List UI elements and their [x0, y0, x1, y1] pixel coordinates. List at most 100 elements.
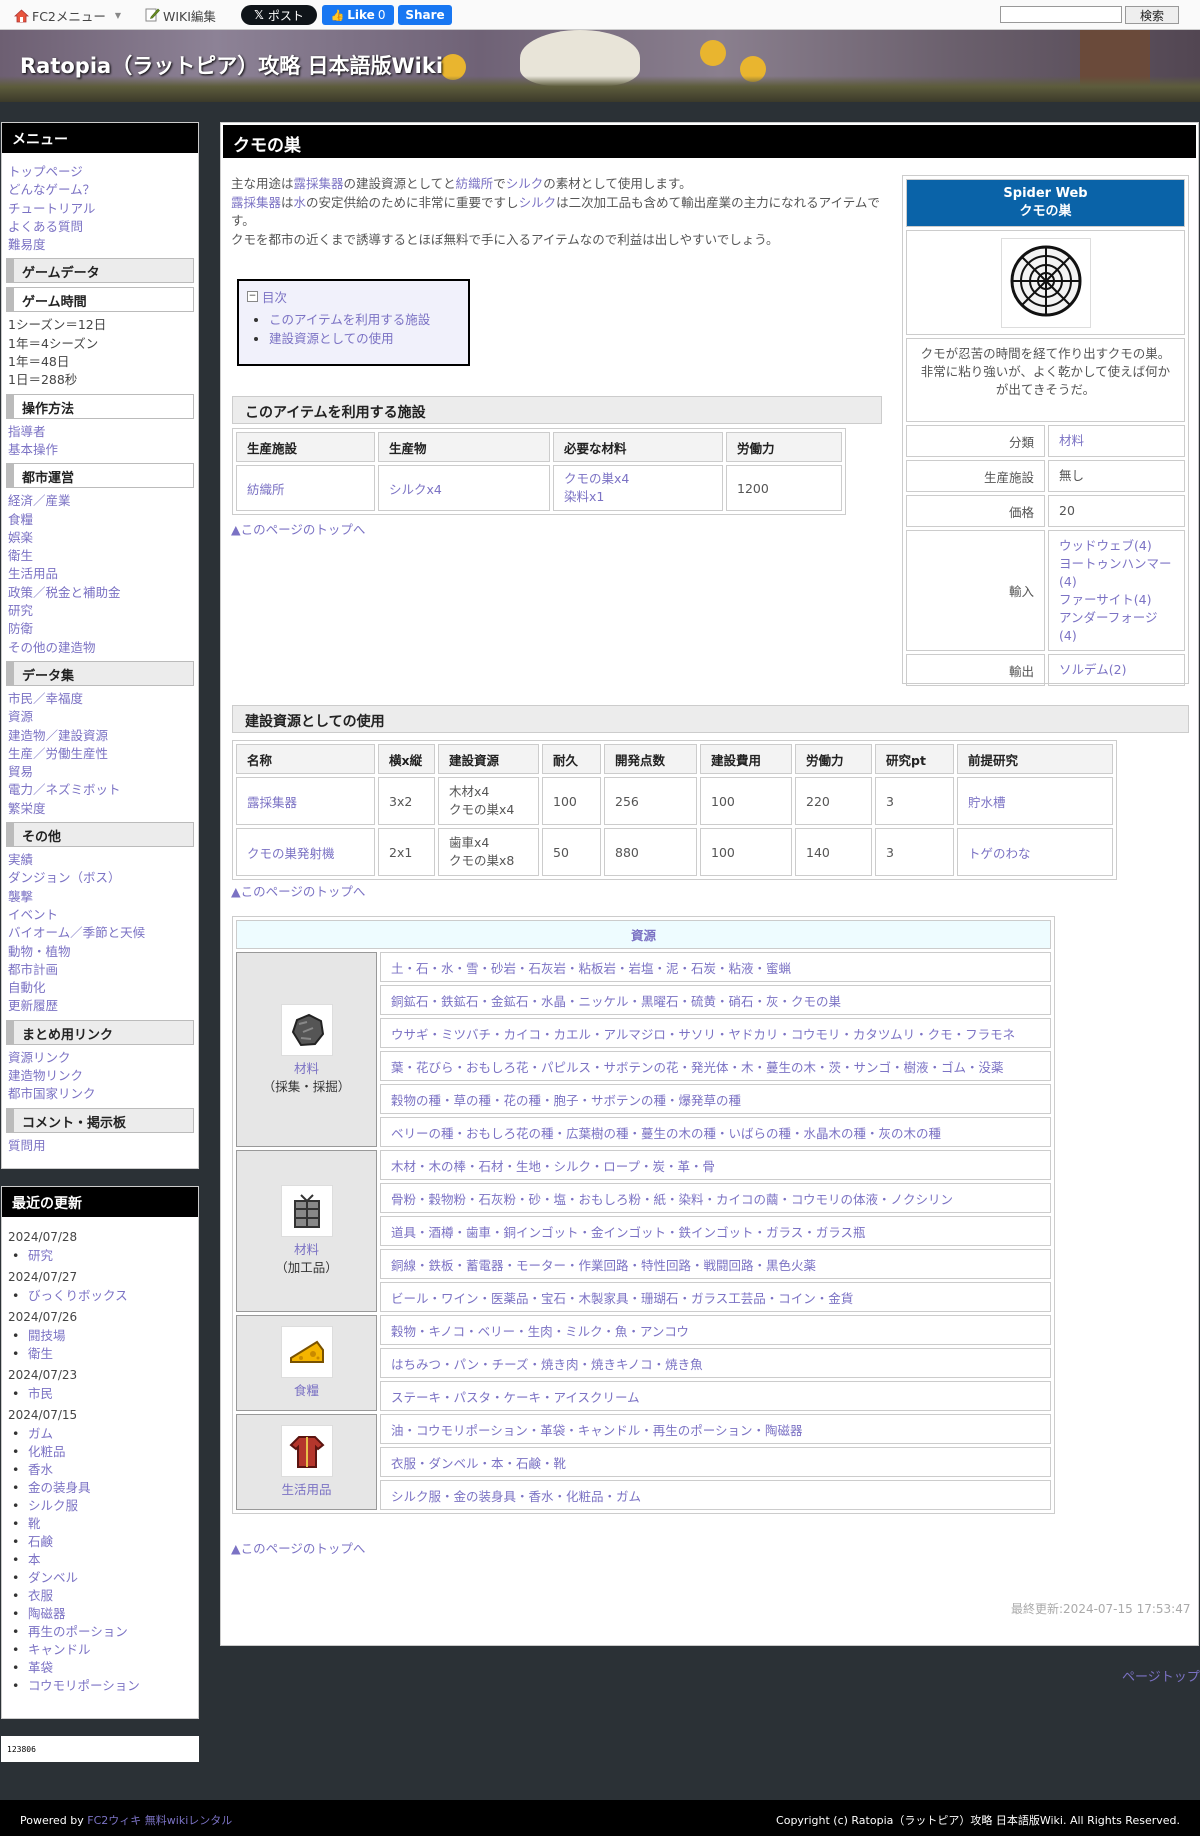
sidebar-link[interactable]: ダンジョン（ボス）: [2, 869, 198, 887]
sidebar-link[interactable]: チュートリアル: [2, 200, 198, 218]
fc2-menu-button[interactable]: FC2メニュー ▼: [13, 6, 121, 25]
sidebar-link[interactable]: 食糧: [2, 511, 198, 529]
inline-link[interactable]: シルク: [519, 195, 557, 210]
sidebar-link[interactable]: トップページ: [2, 163, 198, 181]
sidebar-link[interactable]: 建造物／建設資源: [2, 727, 198, 745]
facility-link[interactable]: 紡織所: [247, 482, 285, 497]
x-post-button[interactable]: 𝕏 ポスト: [241, 5, 317, 25]
recent-update-item[interactable]: コウモリポーション: [2, 1677, 198, 1695]
site-title[interactable]: Ratopia（ラットピア）攻略 日本語版Wiki: [20, 50, 443, 80]
recent-update-item[interactable]: 衣服: [2, 1587, 198, 1605]
inline-link[interactable]: 露採集器: [231, 195, 281, 210]
resource-category-link[interactable]: 生活用品: [237, 1481, 376, 1499]
sidebar-link[interactable]: 基本操作: [2, 441, 198, 459]
prereq-link[interactable]: 貯水槽: [968, 795, 1006, 810]
toc-link-facilities[interactable]: このアイテムを利用する施設: [269, 312, 430, 327]
resource-items[interactable]: ビール・ワイン・医薬品・宝石・木製家具・珊瑚石・ガラス工芸品・コイン・金貨: [380, 1282, 1051, 1312]
sidebar-link[interactable]: 経済／産業: [2, 492, 198, 510]
material-link[interactable]: クモの巣x4: [564, 471, 629, 486]
recent-update-item[interactable]: 陶磁器: [2, 1605, 198, 1623]
recent-update-item[interactable]: 本: [2, 1551, 198, 1569]
resource-table-title[interactable]: 資源: [236, 920, 1051, 949]
sidebar-link[interactable]: 生産／労働生産性: [2, 745, 198, 763]
sidebar-link[interactable]: 自動化: [2, 979, 198, 997]
facebook-share-button[interactable]: Share: [398, 5, 452, 25]
recent-update-item[interactable]: 革袋: [2, 1659, 198, 1677]
sidebar-link[interactable]: よくある質問: [2, 218, 198, 236]
resource-category-link[interactable]: 材料: [237, 1241, 376, 1259]
resource-items[interactable]: 道具・酒樽・歯車・銅インゴット・金インゴット・鉄インゴット・ガラス・ガラス瓶: [380, 1216, 1051, 1246]
import-link[interactable]: ヨートゥンハンマー(4): [1059, 555, 1174, 591]
search-button[interactable]: 検索: [1125, 6, 1179, 24]
inline-link[interactable]: 紡織所: [456, 176, 494, 191]
sidebar-link[interactable]: 娯楽: [2, 529, 198, 547]
import-link[interactable]: ファーサイト(4): [1059, 591, 1174, 609]
recent-update-item[interactable]: 再生のポーション: [2, 1623, 198, 1641]
back-to-top-link[interactable]: ▲このページのトップへ: [231, 519, 365, 538]
inline-link[interactable]: 露採集器: [294, 176, 344, 191]
recent-update-item[interactable]: 衛生: [2, 1345, 198, 1363]
resource-items[interactable]: 葉・花びら・おもしろ花・パピルス・サボテンの花・発光体・木・蔓生の木・茨・サンゴ…: [380, 1051, 1051, 1081]
collapse-icon[interactable]: −: [247, 291, 258, 302]
sidebar-link[interactable]: 繁栄度: [2, 800, 198, 818]
toc-link-construction[interactable]: 建設資源としての使用: [269, 331, 394, 346]
building-link[interactable]: 露採集器: [247, 795, 297, 810]
sidebar-link[interactable]: 実績: [2, 851, 198, 869]
back-to-top-link[interactable]: ▲このページのトップへ: [231, 1538, 365, 1557]
resource-items[interactable]: 銅線・鉄板・蓄電器・モーター・作業回路・特性回路・戦闘回路・黒色火薬: [380, 1249, 1051, 1279]
fc2-wiki-link[interactable]: FC2ウィキ 無料wikiレンタル: [87, 1814, 232, 1827]
export-link[interactable]: ソルデム(2): [1059, 662, 1126, 677]
building-link[interactable]: クモの巣発射機: [247, 846, 335, 861]
sidebar-link[interactable]: 指導者: [2, 423, 198, 441]
recent-update-item[interactable]: 化粧品: [2, 1443, 198, 1461]
recent-update-item[interactable]: 市民: [2, 1385, 198, 1403]
sidebar-link[interactable]: どんなゲーム？: [2, 181, 198, 199]
sidebar-link[interactable]: 資源リンク: [2, 1049, 198, 1067]
sidebar-link[interactable]: 都市計画: [2, 961, 198, 979]
resource-items[interactable]: はちみつ・パン・チーズ・焼き肉・焼きキノコ・焼き魚: [380, 1348, 1051, 1378]
sidebar-link[interactable]: 都市国家リンク: [2, 1085, 198, 1103]
page-top-link[interactable]: ページトップ: [1122, 1666, 1200, 1685]
sidebar-link[interactable]: 市民／幸福度: [2, 690, 198, 708]
resource-items[interactable]: ウサギ・ミツバチ・カイコ・カエル・アルマジロ・サソリ・ヤドカリ・コウモリ・カタツ…: [380, 1018, 1051, 1048]
sidebar-link[interactable]: 動物・植物: [2, 943, 198, 961]
resource-items[interactable]: ステーキ・パスタ・ケーキ・アイスクリーム: [380, 1381, 1051, 1411]
prereq-link[interactable]: トゲのわな: [968, 846, 1031, 861]
recent-update-item[interactable]: シルク服: [2, 1497, 198, 1515]
sidebar-link[interactable]: 電力／ネズミボット: [2, 781, 198, 799]
import-link[interactable]: アンダーフォージ(4): [1059, 609, 1174, 645]
resource-items[interactable]: 土・石・水・雪・砂岩・石灰岩・粘板岩・岩塩・泥・石炭・粘液・蜜蝋: [380, 952, 1051, 982]
resource-items[interactable]: 油・コウモリポーション・革袋・キャンドル・再生のポーション・陶磁器: [380, 1414, 1051, 1444]
resource-category-link[interactable]: 食糧: [237, 1382, 376, 1400]
sidebar-link[interactable]: 襲撃: [2, 888, 198, 906]
facebook-like-button[interactable]: 👍 Like 0: [322, 5, 394, 25]
recent-update-item[interactable]: 香水: [2, 1461, 198, 1479]
resource-items[interactable]: 銅鉱石・鉄鉱石・金鉱石・水晶・ニッケル・黒曜石・硫黄・硝石・灰・クモの巣: [380, 985, 1051, 1015]
sidebar-link[interactable]: 建造物リンク: [2, 1067, 198, 1085]
sidebar-link[interactable]: 質問用: [2, 1137, 198, 1155]
sidebar-link[interactable]: 政策／税金と補助金: [2, 584, 198, 602]
recent-update-item[interactable]: キャンドル: [2, 1641, 198, 1659]
recent-update-item[interactable]: ガム: [2, 1425, 198, 1443]
sidebar-link[interactable]: イベント: [2, 906, 198, 924]
recent-update-item[interactable]: 金の装身具: [2, 1479, 198, 1497]
toc-title[interactable]: 目次: [262, 287, 287, 306]
sidebar-link[interactable]: 貿易: [2, 763, 198, 781]
sidebar-link[interactable]: 難易度: [2, 236, 198, 254]
recent-update-item[interactable]: 研究: [2, 1247, 198, 1265]
sidebar-link[interactable]: 更新履歴: [2, 997, 198, 1015]
recent-update-item[interactable]: びっくりボックス: [2, 1287, 198, 1305]
recent-update-item[interactable]: 闘技場: [2, 1327, 198, 1345]
recent-update-item[interactable]: 石鹸: [2, 1533, 198, 1551]
resource-items[interactable]: ベリーの種・おもしろ花の種・広葉樹の種・蔓生の木の種・いばらの種・水晶木の種・灰…: [380, 1117, 1051, 1147]
sidebar-link[interactable]: 研究: [2, 602, 198, 620]
recent-update-item[interactable]: ダンベル: [2, 1569, 198, 1587]
infobox-value-link[interactable]: 材料: [1059, 433, 1084, 448]
sidebar-link[interactable]: その他の建造物: [2, 639, 198, 657]
back-to-top-link[interactable]: ▲このページのトップへ: [231, 881, 365, 900]
sidebar-link[interactable]: 防衛: [2, 620, 198, 638]
wiki-edit-button[interactable]: WIKI編集: [145, 6, 216, 25]
resource-items[interactable]: 木材・木の棒・石材・生地・シルク・ロープ・炭・革・骨: [380, 1150, 1051, 1180]
recent-update-item[interactable]: 靴: [2, 1515, 198, 1533]
resource-items[interactable]: 穀物の種・草の種・花の種・胞子・サボテンの種・爆発草の種: [380, 1084, 1051, 1114]
